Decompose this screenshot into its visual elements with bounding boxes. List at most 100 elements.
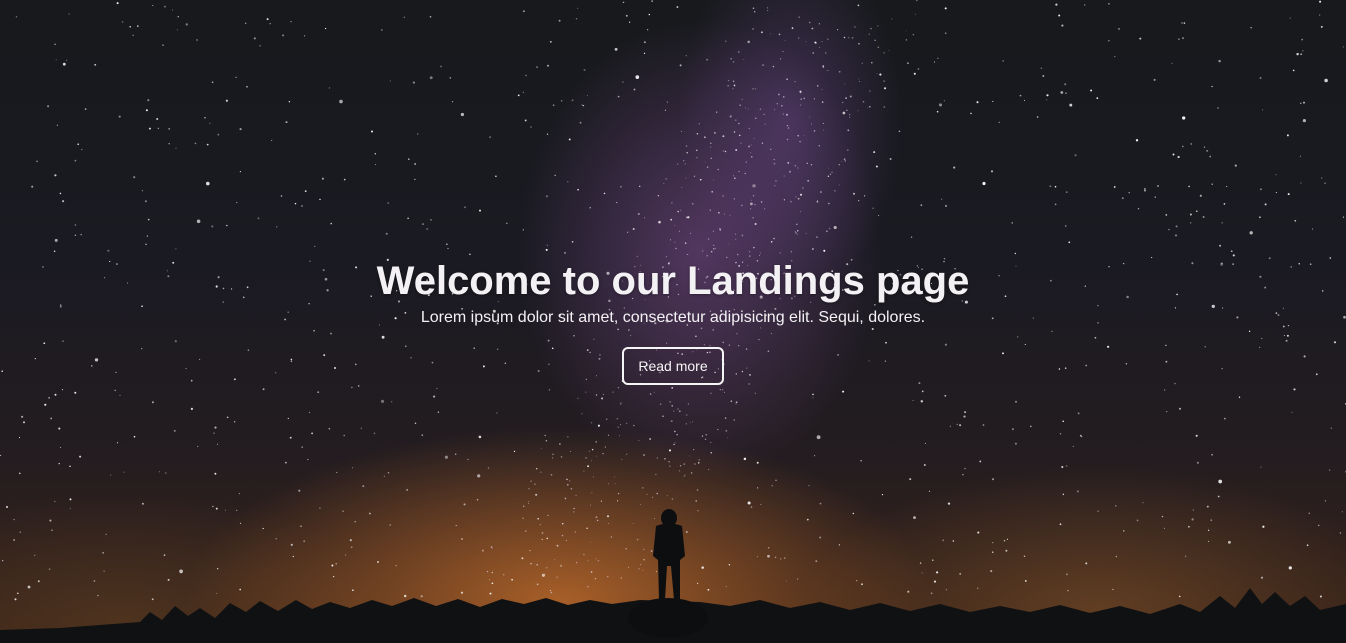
star bbox=[848, 113, 851, 116]
star bbox=[741, 234, 744, 237]
star bbox=[573, 507, 575, 510]
star bbox=[1065, 191, 1068, 193]
star bbox=[489, 136, 491, 138]
star bbox=[785, 580, 787, 582]
star bbox=[735, 403, 737, 405]
star bbox=[225, 99, 228, 102]
star bbox=[1011, 222, 1013, 224]
star bbox=[1302, 50, 1304, 52]
star bbox=[739, 104, 741, 106]
star bbox=[752, 184, 756, 188]
star bbox=[620, 403, 622, 405]
star bbox=[1300, 182, 1302, 184]
star bbox=[455, 453, 457, 455]
star bbox=[303, 35, 306, 37]
star bbox=[699, 178, 702, 181]
read-more-button[interactable]: Read more bbox=[622, 347, 724, 385]
star bbox=[301, 205, 303, 207]
star bbox=[891, 18, 893, 20]
star bbox=[214, 472, 217, 475]
star bbox=[74, 224, 77, 226]
star bbox=[1206, 149, 1209, 152]
star bbox=[321, 177, 324, 180]
star bbox=[566, 483, 569, 486]
star bbox=[959, 573, 962, 575]
star bbox=[564, 252, 566, 254]
star bbox=[625, 422, 628, 425]
star bbox=[662, 415, 664, 418]
star bbox=[754, 222, 757, 226]
star bbox=[522, 91, 524, 93]
star bbox=[905, 39, 908, 41]
star bbox=[588, 450, 590, 452]
star bbox=[1014, 252, 1017, 255]
star bbox=[656, 457, 658, 459]
star bbox=[733, 198, 735, 200]
star bbox=[639, 563, 642, 566]
star bbox=[632, 522, 634, 524]
star bbox=[1185, 555, 1187, 557]
star bbox=[679, 209, 682, 212]
star bbox=[1328, 469, 1331, 471]
star bbox=[796, 229, 799, 232]
star bbox=[1249, 231, 1253, 235]
star bbox=[414, 422, 417, 425]
star bbox=[872, 207, 874, 209]
star bbox=[845, 97, 847, 99]
star bbox=[492, 548, 494, 550]
star bbox=[879, 73, 882, 76]
star bbox=[1072, 445, 1074, 447]
star bbox=[342, 510, 344, 513]
star bbox=[1259, 188, 1262, 191]
star bbox=[362, 485, 365, 488]
star bbox=[794, 164, 797, 167]
star bbox=[1192, 509, 1194, 511]
star bbox=[522, 517, 524, 519]
star bbox=[575, 561, 578, 564]
star bbox=[780, 58, 782, 60]
star bbox=[800, 92, 802, 94]
star bbox=[694, 463, 696, 465]
star bbox=[816, 435, 821, 440]
star bbox=[802, 187, 804, 189]
star bbox=[560, 456, 563, 458]
star bbox=[1061, 465, 1064, 469]
star bbox=[15, 15, 18, 18]
star bbox=[601, 397, 604, 400]
star bbox=[881, 493, 884, 496]
star bbox=[1195, 434, 1198, 437]
star bbox=[1196, 461, 1199, 464]
star bbox=[754, 88, 756, 90]
star bbox=[727, 79, 730, 82]
star bbox=[752, 195, 755, 197]
star bbox=[440, 65, 442, 68]
star bbox=[597, 559, 600, 562]
star bbox=[487, 467, 490, 469]
star bbox=[861, 583, 863, 586]
star bbox=[743, 58, 745, 61]
star bbox=[698, 122, 701, 125]
star bbox=[163, 5, 166, 8]
star bbox=[979, 460, 982, 463]
star bbox=[1188, 185, 1190, 188]
star bbox=[1206, 505, 1209, 508]
star bbox=[488, 579, 490, 581]
star bbox=[868, 105, 871, 108]
star bbox=[133, 435, 136, 438]
star bbox=[1218, 59, 1221, 63]
star bbox=[693, 449, 695, 451]
star bbox=[638, 567, 640, 570]
star bbox=[750, 208, 752, 210]
star bbox=[822, 122, 824, 124]
star bbox=[642, 487, 644, 489]
star bbox=[750, 199, 752, 201]
star bbox=[1069, 103, 1073, 107]
star bbox=[141, 190, 143, 192]
star bbox=[821, 101, 824, 103]
star bbox=[723, 213, 726, 215]
star bbox=[560, 564, 563, 567]
star bbox=[351, 467, 354, 469]
star bbox=[429, 15, 432, 18]
star bbox=[19, 437, 21, 439]
star bbox=[794, 81, 796, 83]
